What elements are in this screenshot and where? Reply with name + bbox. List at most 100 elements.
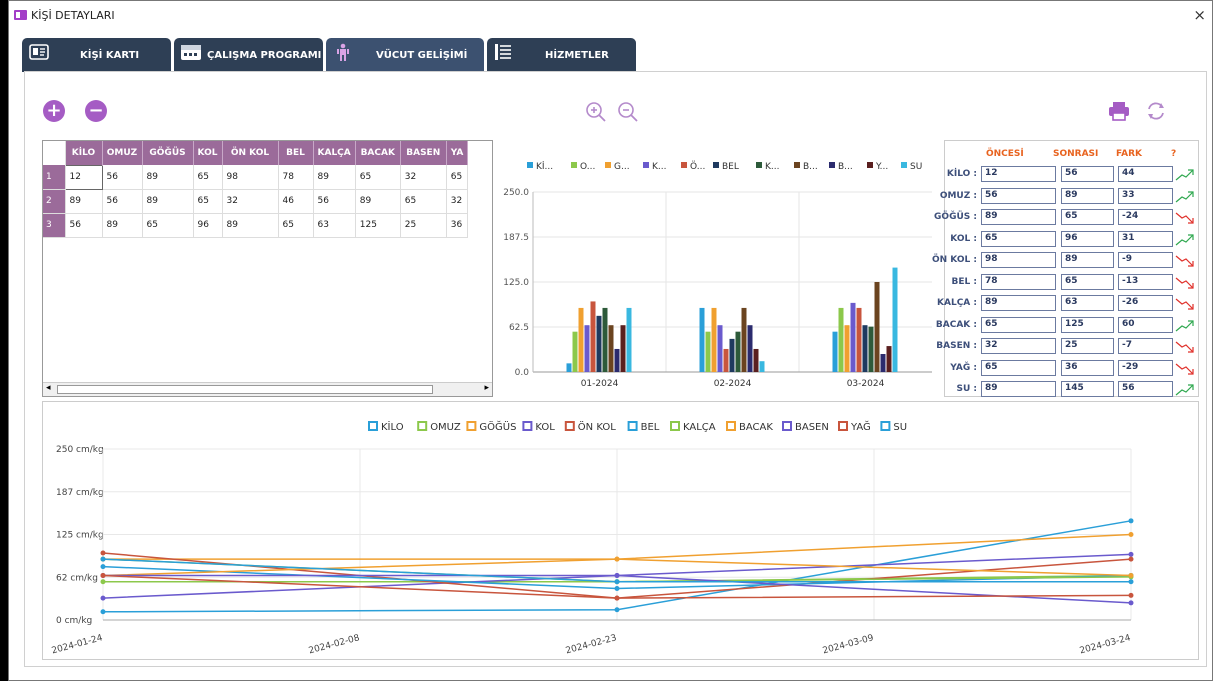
grid-column-header[interactable]: BEL	[278, 141, 314, 165]
comparison-after-value: 63	[1061, 295, 1114, 311]
zoom-in-icon[interactable]	[584, 100, 608, 124]
bar	[759, 361, 765, 372]
comparison-before-value: 12	[981, 166, 1056, 182]
grid-cell[interactable]: 65	[142, 213, 194, 238]
grid-cell[interactable]: 12	[64, 164, 103, 190]
tab-person-card[interactable]: KİŞİ KARTI	[22, 38, 171, 72]
close-icon[interactable]: ×	[1193, 6, 1206, 24]
grid-cell[interactable]: 25	[400, 213, 447, 238]
grid-cell[interactable]: 32	[446, 189, 469, 214]
comparison-diff-value: 44	[1118, 166, 1173, 182]
grid-column-header[interactable]: BASEN	[400, 141, 447, 165]
tab-workout-program[interactable]: ÇALIŞMA PROGRAMI	[174, 38, 323, 72]
bar	[862, 325, 868, 372]
grid-cell[interactable]: 65	[400, 189, 447, 214]
legend-swatch	[867, 162, 873, 168]
bar	[608, 325, 614, 372]
scroll-left-icon[interactable]: ◂	[46, 383, 51, 393]
legend-swatch	[670, 421, 680, 431]
grid-cell[interactable]: 56	[102, 189, 143, 214]
grid-cell[interactable]: 89	[313, 165, 356, 190]
grid-column-header[interactable]: YA	[446, 141, 469, 165]
legend-label: K...	[765, 162, 779, 172]
comparison-row-label: BACAK :	[935, 319, 977, 330]
grid-cell[interactable]: 65	[193, 165, 223, 190]
bar	[856, 307, 862, 372]
refresh-icon[interactable]	[1144, 100, 1168, 122]
grid-cell[interactable]: 96	[193, 213, 223, 238]
grid-cell[interactable]: 89	[142, 165, 194, 190]
bar	[620, 325, 626, 372]
grid-cell[interactable]: 78	[278, 165, 314, 190]
bar	[572, 331, 578, 372]
legend-label: BEL	[641, 422, 660, 433]
grid-cell[interactable]: 46	[278, 189, 314, 214]
grid-row-number[interactable]: 1	[43, 165, 66, 190]
trend-up-icon	[1175, 169, 1194, 181]
grid-column-header[interactable]: GÖĞÜS	[142, 141, 194, 165]
grid-column-header[interactable]: OMUZ	[102, 141, 143, 165]
grid-column-header[interactable]: BACAK	[355, 141, 401, 165]
grid-cell[interactable]: 89	[65, 189, 103, 214]
comparison-before-value: 65	[981, 316, 1056, 333]
trend-down-icon	[1175, 212, 1194, 224]
bar	[844, 325, 850, 372]
comparison-after-value: 56	[1061, 166, 1114, 182]
scroll-right-icon[interactable]: ▸	[484, 383, 489, 393]
comparison-row-label: YAĞ :	[950, 362, 977, 373]
grid-cell[interactable]: 32	[400, 165, 447, 190]
comparison-diff-value: -7	[1118, 338, 1173, 354]
grid-cell[interactable]: 65	[278, 213, 314, 238]
grid-row-number[interactable]: 3	[43, 213, 66, 238]
tab-services[interactable]: HİZMETLER	[487, 38, 636, 72]
legend-swatch	[571, 162, 577, 168]
grid-cell[interactable]: 32	[222, 189, 279, 214]
grid-cell[interactable]: 98	[222, 165, 279, 190]
remove-button[interactable]: −	[85, 100, 107, 122]
grid-column-header[interactable]: KİLO	[65, 141, 103, 165]
legend-label: SU	[910, 162, 922, 172]
grid-cell[interactable]: 56	[313, 189, 356, 214]
legend-swatch	[726, 421, 736, 431]
comparison-after-value: 89	[1061, 187, 1114, 204]
grid-column-header[interactable]: ÖN KOL	[222, 141, 279, 165]
grid-cell[interactable]: 56	[102, 165, 143, 190]
grid-cell[interactable]: 56	[65, 213, 103, 238]
x-tick-label: 02-2024	[714, 379, 752, 389]
legend-swatch	[522, 421, 533, 431]
zoom-out-icon[interactable]	[616, 100, 640, 124]
grid-cell[interactable]: 65	[355, 165, 401, 190]
grid-cell[interactable]: 125	[355, 213, 401, 238]
comparison-diff-value: -29	[1118, 359, 1173, 376]
grid-cell[interactable]: 89	[142, 189, 194, 214]
grid-column-header[interactable]: KALÇA	[313, 141, 356, 165]
bar	[735, 331, 741, 372]
measurements-grid[interactable]: KİLO OMUZ GÖĞÜS KOL ÖN KOL BEL KALÇA BACAK BASEN…	[42, 140, 493, 397]
grid-cell[interactable]: 89	[355, 189, 401, 214]
scroll-thumb[interactable]	[57, 385, 433, 394]
grid-column-header[interactable]: KOL	[193, 141, 223, 165]
print-icon[interactable]	[1107, 100, 1131, 122]
grid-cell[interactable]: 36	[446, 213, 469, 238]
bar-chart: Kİ... O... G... K... Ö... BEL K... B... B... Y...…	[503, 161, 932, 389]
data-point	[1128, 551, 1134, 557]
data-point	[100, 595, 106, 601]
grid-row[interactable]: 3 56 89 65 96 89 65 63 125 25 36	[43, 213, 469, 238]
bar	[868, 326, 874, 372]
grid-row[interactable]: 1 12 56 89 65 98 78 89 65 32 65	[43, 164, 469, 190]
grid-cell[interactable]: 65	[446, 165, 469, 190]
legend-swatch	[880, 421, 891, 431]
window-title: KİŞİ DETAYLARI	[31, 9, 115, 22]
grid-row[interactable]: 2 89 56 89 65 32 46 56 89 65 32	[43, 189, 469, 214]
grid-cell[interactable]: 89	[102, 213, 143, 238]
trend-down-icon	[1175, 363, 1194, 375]
tab-body-progress[interactable]: VÜCUT GELİŞİMİ	[326, 38, 484, 72]
grid-cell[interactable]: 89	[222, 213, 279, 238]
tab-label: KİŞİ KARTI	[80, 50, 140, 61]
add-button[interactable]: +	[43, 100, 65, 122]
grid-cell[interactable]: 63	[313, 213, 356, 238]
grid-cell[interactable]: 65	[193, 189, 223, 214]
horizontal-scrollbar[interactable]: ◂ ▸	[43, 382, 492, 396]
grid-row-number[interactable]: 2	[43, 189, 66, 214]
legend-swatch	[794, 162, 800, 168]
